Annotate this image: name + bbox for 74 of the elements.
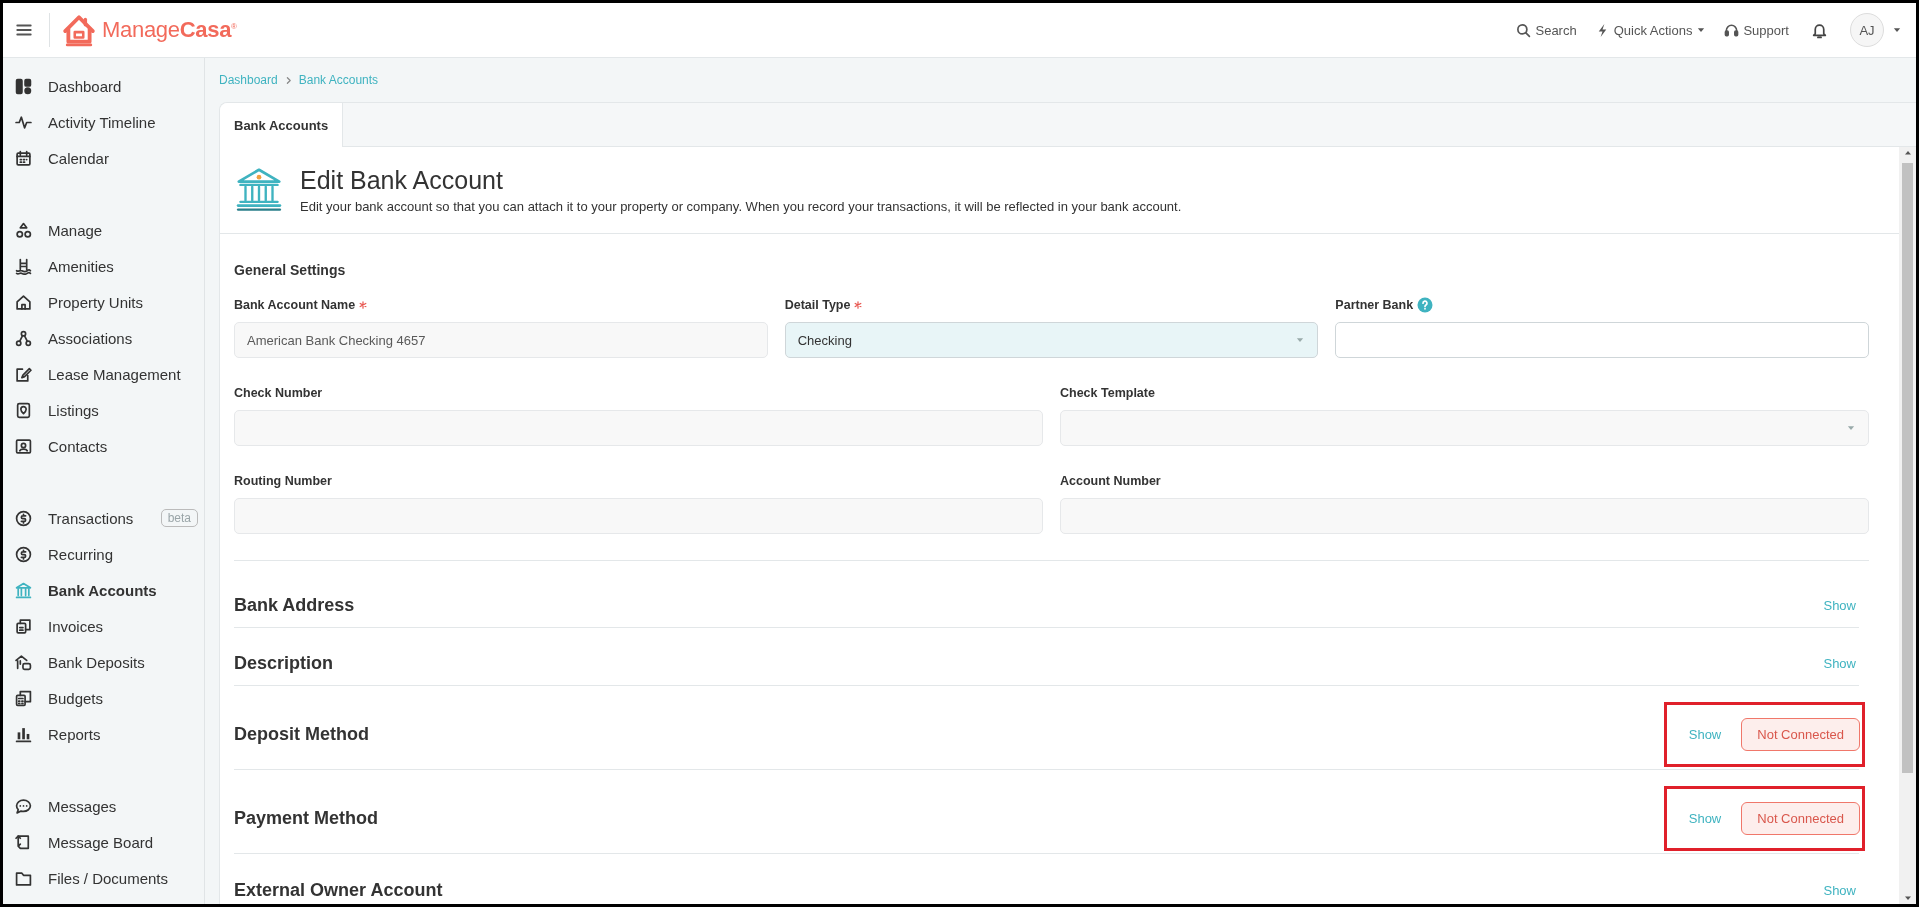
sidebar-item[interactable]: Files / Documents [3, 860, 204, 896]
sidebar-item[interactable]: Calendar [3, 140, 204, 176]
chat-bubble-icon [15, 797, 32, 815]
sidebar-item[interactable]: Bank Accounts [3, 572, 204, 608]
scrollbar[interactable] [1899, 147, 1916, 904]
bank-deposit-icon [15, 653, 32, 671]
sidebar-item[interactable]: Lease Management [3, 356, 204, 392]
pool-icon [15, 257, 32, 275]
dashboard-icon [15, 77, 32, 95]
headset-icon [1724, 22, 1740, 38]
field-label: Partner Bank [1335, 298, 1414, 312]
scroll-down-icon [1903, 894, 1912, 902]
logo-text: ManageCasa$^{®}$ [102, 17, 237, 43]
sidebar-item[interactable]: Invoices [3, 608, 204, 644]
sidebar-item[interactable]: Activity Timeline [3, 104, 204, 140]
field-label: Account Number [1060, 474, 1161, 488]
search-icon [1516, 22, 1532, 38]
field-label: Check Number [234, 386, 323, 400]
house-logo-icon [62, 13, 96, 47]
sidebar-item[interactable]: Listings [3, 392, 204, 428]
page-description: Edit your bank account so that you can attach it to your property or company. When you record your transactions, it will be reflected in your bank account. [300, 199, 1182, 214]
sidebar-item[interactable]: Transactions beta [3, 500, 204, 536]
sidebar-item[interactable]: Bank Deposits [3, 644, 204, 680]
location-pin-icon [15, 401, 32, 419]
dropdown-field[interactable]: Checking [784, 322, 1319, 358]
input-field[interactable] [1335, 322, 1869, 358]
section-heading: General Settings [234, 262, 347, 278]
status-badge: Not Connected [1741, 802, 1860, 835]
field-label: Routing Number [234, 474, 332, 488]
sidebar-item[interactable]: Manage [3, 212, 204, 248]
shapes-icon [15, 221, 32, 239]
sidebar-item[interactable]: Recurring [3, 536, 204, 572]
section-title: Bank Address [234, 595, 356, 616]
sidebar-item[interactable]: Dashboard [3, 68, 204, 104]
dollar-icon [15, 545, 32, 563]
sidebar-item[interactable]: Messages [3, 788, 204, 824]
folder-icon [15, 869, 32, 887]
copy-icon [15, 617, 32, 635]
sidebar-item[interactable]: Reports [3, 716, 204, 752]
quick-actions-menu[interactable]: Quick Actions [1594, 22, 1707, 38]
sidebar-item[interactable]: Contacts [3, 428, 204, 464]
user-avatar[interactable]: AJ [1850, 13, 1884, 47]
calendar-icon [15, 149, 32, 167]
message-board-icon [15, 833, 32, 851]
scroll-up-icon [1903, 149, 1912, 157]
calculator-icon [15, 689, 32, 707]
sidebar-item[interactable]: Property Units [3, 284, 204, 320]
bank-icon [15, 581, 32, 599]
search-button[interactable]: Search [1516, 22, 1577, 38]
section-title: Payment Method [234, 808, 380, 829]
field-label: Bank Account Name [234, 298, 356, 312]
support-button[interactable]: Support [1724, 22, 1789, 38]
pulse-icon [15, 113, 32, 131]
field-label: Check Template [1060, 386, 1155, 400]
bell-icon[interactable] [1811, 21, 1828, 39]
dollar-icon [15, 509, 32, 527]
network-icon [15, 329, 32, 347]
edit-icon [15, 365, 32, 383]
tab[interactable]: Bank Accounts [220, 103, 344, 147]
section-title: External Owner Account [234, 879, 444, 901]
section-title: Deposit Method [234, 724, 370, 745]
page-title: Edit Bank Account [300, 166, 504, 195]
sidebar-item[interactable]: Amenities [3, 248, 204, 284]
sidebar-item[interactable]: Message Board [3, 824, 204, 860]
contact-card-icon [15, 437, 32, 455]
section-title: Description [234, 653, 335, 674]
sidebar-item[interactable]: Associations [3, 320, 204, 356]
house-icon [15, 293, 32, 311]
bar-chart-icon [15, 725, 32, 743]
field-label: Detail Type [784, 298, 851, 312]
help-icon[interactable] [1417, 297, 1434, 313]
status-badge: Not Connected [1741, 718, 1860, 751]
beta-badge: beta [160, 509, 198, 527]
sidebar-item[interactable]: Budgets [3, 680, 204, 716]
